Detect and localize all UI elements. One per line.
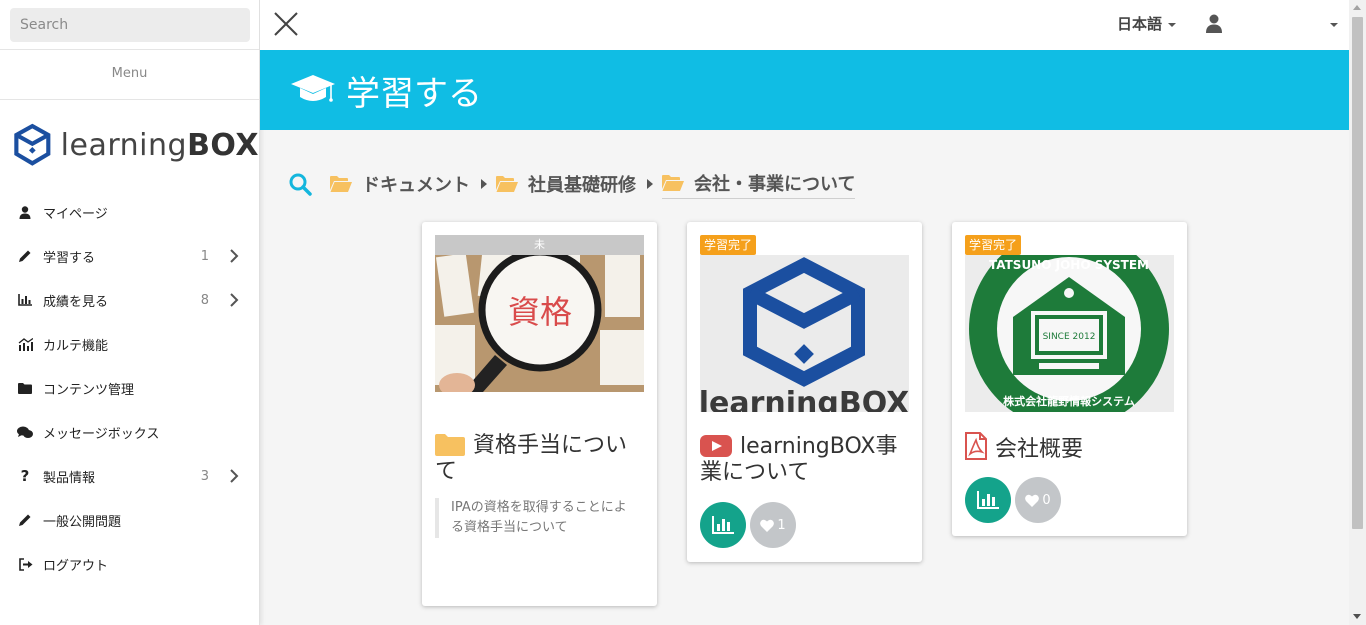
status-badge: 未 [435, 235, 644, 255]
like-button[interactable]: 1 [750, 502, 796, 548]
count-badge: 8 [200, 292, 209, 308]
folder-icon [16, 380, 34, 396]
thumbnail-subtext: SINCE 2012 [1043, 332, 1096, 342]
user-icon [16, 204, 34, 220]
sidebar: Menu learningBOX マイページ 学習する 1 成績を見る 8 カル… [0, 0, 260, 625]
count-badge: 3 [200, 468, 209, 484]
sidebar-item-karte[interactable]: カルテ機能 [0, 322, 259, 366]
sidebar-item-label: 製品情報 [43, 470, 96, 486]
status-badge: 学習完了 [965, 235, 1022, 255]
page-title: 学習する [346, 73, 482, 114]
logo-text: learningBOX [60, 127, 259, 163]
sidebar-item-logout[interactable]: ログアウト [0, 542, 259, 586]
card-thumbnail: learningBOX [700, 255, 909, 412]
thumbnail-text: 資格 [508, 293, 572, 331]
count-badge: 1 [200, 248, 209, 264]
card-thumbnail: 資格 [435, 235, 644, 392]
bar-chart-icon [16, 292, 34, 308]
chevron-right-icon [230, 293, 239, 307]
card-title: learningBOX事業について [700, 434, 898, 485]
pdf-icon [965, 432, 987, 460]
like-count: 1 [777, 517, 786, 533]
sidebar-item-products[interactable]: ? 製品情報 3 [0, 454, 259, 498]
content-card[interactable]: learningBOX 学習完了 learningBOX事業について 1 [687, 222, 922, 562]
breadcrumb-item-documents[interactable]: ドキュメント [330, 171, 470, 197]
bar-chart-icon [712, 516, 734, 534]
search-area [0, 0, 259, 50]
learningbox-logo[interactable]: learningBOX [0, 100, 259, 190]
card-description: IPAの資格を取得することによる資格手当について [435, 498, 635, 538]
youtube-icon [700, 435, 732, 457]
caret-right-icon [481, 179, 487, 189]
breadcrumb-item-company[interactable]: 会社・事業について [662, 170, 856, 199]
chevron-right-icon [230, 469, 239, 483]
scrollbar-thumb[interactable] [1352, 17, 1363, 529]
scroll-down-arrow-icon[interactable] [1353, 614, 1361, 619]
sidebar-item-messages[interactable]: メッセージボックス [0, 410, 259, 454]
breadcrumb-item-basic-training[interactable]: 社員基礎研修 [496, 171, 636, 197]
folder-open-icon [330, 176, 352, 192]
user-menu-caret-icon[interactable] [1330, 23, 1338, 27]
card-thumbnail: TATSUNO JOHO SYSTEM SINCE 2012 株式会社龍野情報シ… [965, 255, 1174, 412]
sidebar-item-label: マイページ [43, 206, 108, 222]
bar-chart-icon [977, 491, 999, 509]
heart-icon [760, 519, 775, 532]
like-count: 0 [1042, 492, 1051, 508]
folder-open-icon [496, 176, 518, 192]
chevron-right-icon [230, 249, 239, 263]
learningbox-cube-icon [14, 123, 51, 166]
pencil-icon [16, 512, 34, 528]
comments-icon [16, 424, 34, 440]
language-selector[interactable]: 日本語 [1117, 13, 1177, 34]
sidebar-item-label: 学習する [43, 250, 96, 266]
heart-icon [1025, 494, 1040, 507]
page-banner: 学習する [260, 50, 1349, 130]
menu-title: Menu [0, 50, 259, 100]
sidebar-item-public-questions[interactable]: 一般公開問題 [0, 498, 259, 542]
like-button[interactable]: 0 [1015, 477, 1061, 523]
folder-icon [435, 434, 465, 456]
caret-right-icon [647, 179, 653, 189]
question-icon: ? [20, 467, 30, 485]
top-bar: 日本語 [260, 0, 1349, 50]
close-icon[interactable] [273, 11, 299, 37]
search-input[interactable] [10, 8, 250, 42]
sidebar-item-label: メッセージボックス [43, 426, 160, 442]
breadcrumb-label: 社員基礎研修 [528, 175, 636, 196]
sidebar-item-contents[interactable]: コンテンツ管理 [0, 366, 259, 410]
pencil-icon [16, 248, 34, 264]
results-button[interactable] [965, 477, 1011, 523]
language-label: 日本語 [1117, 15, 1163, 33]
sidebar-item-label: 一般公開問題 [43, 514, 122, 530]
sign-out-icon [16, 556, 34, 572]
graduation-cap-icon [291, 75, 335, 102]
results-button[interactable] [700, 502, 746, 548]
sidebar-item-label: コンテンツ管理 [43, 382, 135, 398]
sidebar-item-mypage[interactable]: マイページ [0, 190, 259, 234]
thumbnail-text: learningBOX [700, 386, 909, 412]
content-card[interactable]: TATSUNO JOHO SYSTEM SINCE 2012 株式会社龍野情報シ… [952, 222, 1187, 536]
thumbnail-text: TATSUNO JOHO SYSTEM [989, 258, 1149, 272]
card-title: 資格手当について [435, 433, 628, 484]
sidebar-item-label: 成績を見る [43, 294, 109, 310]
card-title: 会社概要 [965, 432, 1177, 463]
breadcrumb: ドキュメント 社員基礎研修 会社・事業について [288, 168, 856, 200]
thumbnail-bottom-text: 株式会社龍野情報システム [1003, 394, 1135, 408]
sidebar-item-label: ログアウト [43, 558, 109, 574]
search-icon[interactable] [288, 172, 312, 196]
scroll-up-arrow-icon[interactable] [1353, 5, 1361, 10]
caret-down-icon [1168, 22, 1177, 27]
user-icon[interactable] [1205, 14, 1223, 33]
content-card[interactable]: 資格 未 資格手当について IPAの資格を取得することによる資格手当について [422, 222, 657, 606]
sidebar-item-learn[interactable]: 学習する 1 [0, 234, 259, 278]
breadcrumb-label: ドキュメント [362, 175, 470, 196]
status-badge: 学習完了 [700, 235, 757, 255]
page-scrollbar[interactable] [1349, 0, 1366, 625]
sidebar-item-results[interactable]: 成績を見る 8 [0, 278, 259, 322]
breadcrumb-label: 会社・事業について [694, 173, 856, 195]
chart-line-icon [16, 336, 34, 352]
folder-open-icon [662, 174, 684, 191]
sidebar-item-label: カルテ機能 [43, 338, 109, 354]
